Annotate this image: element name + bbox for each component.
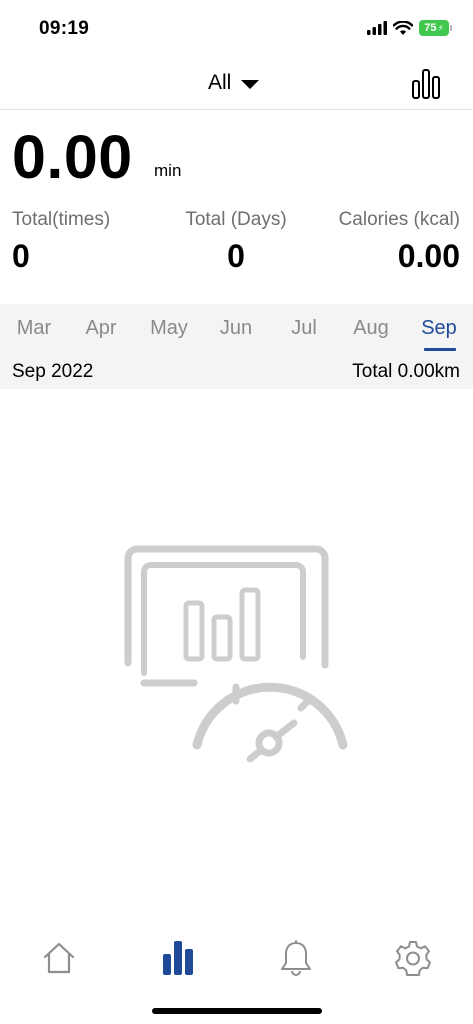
month-selector-panel: Mar Apr May Jun Jul Aug Sep Sep 2022 Tot… (0, 304, 473, 389)
cellular-signal-icon (367, 21, 387, 35)
period-total-distance: Total 0.00km (352, 361, 460, 382)
wifi-icon (393, 20, 413, 35)
caret-down-icon (241, 79, 260, 89)
gear-icon (395, 941, 431, 976)
battery-level: 75 (424, 22, 437, 34)
tab-settings[interactable] (383, 928, 443, 988)
battery-indicator: 75 ⚡ (419, 20, 452, 36)
tab-statistics[interactable] (148, 928, 208, 988)
month-tab-sep[interactable]: Sep (421, 317, 457, 340)
period-label: Sep 2022 (12, 361, 94, 382)
bar-chart-icon[interactable] (411, 68, 441, 100)
month-tab-jul[interactable]: Jul (291, 317, 317, 340)
home-icon (43, 942, 75, 974)
bottom-tab-bar (0, 928, 473, 988)
bell-icon (281, 940, 311, 976)
total-times-label: Total(times) (12, 209, 111, 230)
month-tab-aug[interactable]: Aug (353, 317, 389, 340)
calories-value: 0.00 (397, 238, 460, 274)
tab-home[interactable] (29, 928, 89, 988)
charging-bolt-icon: ⚡ (437, 22, 444, 33)
empty-data-illustration (124, 545, 348, 763)
selected-month-underline (424, 348, 456, 351)
filter-label: All (208, 71, 232, 94)
status-icons: 75 ⚡ (367, 20, 452, 36)
month-tab-mar[interactable]: Mar (17, 317, 51, 340)
nav-header: All (0, 58, 473, 110)
month-tab-jun[interactable]: Jun (220, 317, 252, 340)
calories-label: Calories (kcal) (338, 209, 460, 230)
tab-notifications[interactable] (266, 928, 326, 988)
month-tab-may[interactable]: May (150, 317, 188, 340)
status-bar: 09:19 75 ⚡ (0, 0, 473, 58)
total-days-label: Total (Days) (185, 209, 287, 230)
duration-unit: min (154, 161, 182, 180)
home-indicator[interactable] (152, 1008, 322, 1014)
status-time: 09:19 (39, 18, 90, 39)
duration-value: 0.00 (12, 123, 133, 191)
total-times-value: 0 (12, 238, 30, 274)
month-tab-apr[interactable]: Apr (85, 317, 116, 340)
activity-filter-dropdown[interactable]: All (208, 71, 260, 95)
total-days-value: 0 (227, 238, 245, 274)
stats-bar-icon (163, 941, 193, 975)
